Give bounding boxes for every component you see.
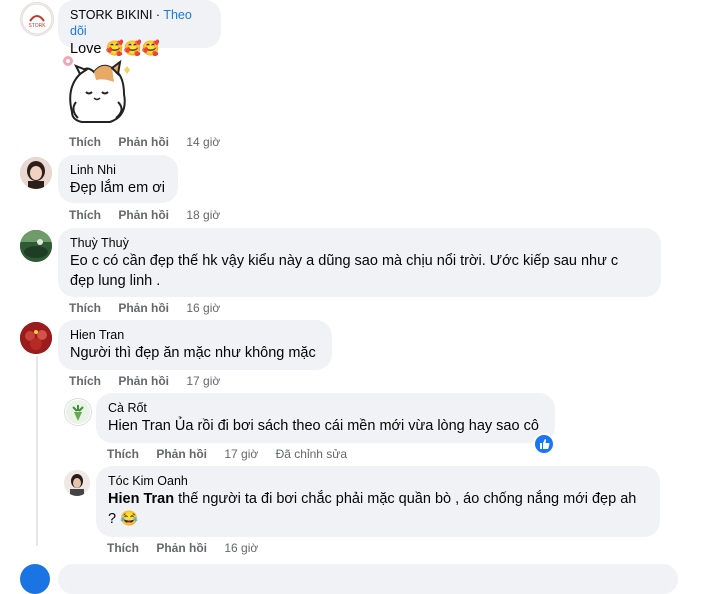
comment-actions: Thích Phản hồi 14 giờ (69, 135, 234, 149)
comment-bubble: Linh Nhi Đẹp lắm em ơi (58, 155, 178, 203)
comment-text-line: đẹp lung linh . (70, 273, 161, 289)
cat-sticker (58, 52, 138, 130)
comment-text: Hien Tran Ủa rồi đi bơi sách theo cái mề… (108, 418, 539, 434)
avatar[interactable] (20, 322, 52, 354)
timestamp[interactable]: 16 giờ (224, 541, 258, 555)
comment-author[interactable]: Hien Tran (70, 327, 320, 343)
comment-author[interactable]: Thuỳ Thuỳ (70, 235, 649, 251)
like-icon[interactable] (533, 433, 555, 455)
timestamp[interactable]: 17 giờ (186, 374, 220, 388)
comment-author[interactable]: Cà Rốt (108, 400, 543, 416)
timestamp[interactable]: 18 giờ (186, 208, 220, 222)
comment-text-line: ? 😂 (108, 511, 139, 527)
comment-bubble: Thuỳ Thuỳ Eo c có cần đẹp thế hk vậy kiể… (58, 228, 661, 297)
comment-text-line: Eo c có cần đẹp thế hk vậy kiểu này a dũ… (70, 253, 619, 269)
timestamp[interactable]: 17 giờ (224, 447, 258, 461)
reply-button[interactable]: Phản hồi (118, 208, 169, 222)
reply-actions: Thích Phản hồi 16 giờ (107, 541, 272, 555)
avatar[interactable] (64, 398, 92, 426)
thread-line (36, 356, 38, 546)
mention-link[interactable]: Hien Tran (108, 491, 174, 507)
comment-actions: Thích Phản hồi 16 giờ (69, 301, 234, 315)
avatar[interactable] (20, 157, 52, 189)
reply-button[interactable]: Phản hồi (156, 447, 207, 461)
reply-button[interactable]: Phản hồi (118, 301, 169, 315)
comment-actions: Thích Phản hồi 17 giờ (69, 374, 234, 388)
avatar[interactable] (64, 470, 90, 496)
reply-bubble: Tóc Kim Oanh Hien Tran thế người ta đi b… (96, 466, 660, 537)
comment-author[interactable]: STORK BIKINI · Theo dõi (70, 7, 209, 39)
comment-author[interactable]: Tóc Kim Oanh (108, 473, 648, 489)
comment-text: Đẹp lắm em ơi (70, 180, 165, 196)
avatar[interactable] (20, 230, 52, 262)
avatar[interactable]: STORK (20, 2, 54, 36)
comment-bubble: STORK BIKINI · Theo dõi Love 🥰🥰🥰 (58, 0, 221, 57)
comment-bubble: Hien Tran Người thì đẹp ăn mặc như không… (58, 320, 332, 370)
timestamp[interactable]: 16 giờ (186, 301, 220, 315)
comment-text: thế người ta đi bơi chắc phải mặc quần b… (174, 491, 637, 507)
reply-button[interactable]: Phản hồi (118, 374, 169, 388)
like-button[interactable]: Thích (107, 541, 139, 555)
reply-bubble: Cà Rốt Hien Tran Ủa rồi đi bơi sách theo… (96, 393, 555, 443)
reply-button[interactable]: Phản hồi (118, 135, 169, 149)
comment-text: Người thì đẹp ăn mặc như không mặc (70, 345, 316, 361)
author-name[interactable]: STORK BIKINI (70, 8, 152, 22)
like-button[interactable]: Thích (69, 301, 101, 315)
timestamp[interactable]: 14 giờ (186, 135, 220, 149)
comment-author[interactable]: Linh Nhi (70, 162, 166, 178)
reply-button[interactable]: Phản hồi (156, 541, 207, 555)
comment-actions: Thích Phản hồi 18 giờ (69, 208, 234, 222)
like-button[interactable]: Thích (69, 374, 101, 388)
like-button[interactable]: Thích (69, 208, 101, 222)
like-button[interactable]: Thích (107, 447, 139, 461)
reply-actions: Thích Phản hồi 17 giờ Đã chỉnh sửa (107, 447, 361, 461)
like-button[interactable]: Thích (69, 135, 101, 149)
comment-text-line: Hien Tran thế người ta đi bơi chắc phải … (108, 489, 648, 509)
edited-label: Đã chỉnh sửa (275, 447, 347, 461)
svg-text:STORK: STORK (28, 23, 46, 29)
